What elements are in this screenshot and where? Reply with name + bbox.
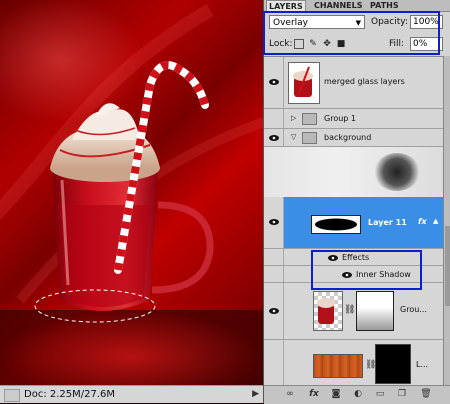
zoom-box[interactable] bbox=[4, 389, 20, 402]
eye-icon[interactable] bbox=[269, 135, 279, 141]
eye-icon[interactable] bbox=[269, 79, 279, 85]
layer-name: L... bbox=[416, 360, 429, 369]
status-menu-arrow-icon[interactable]: ▶ bbox=[252, 386, 259, 403]
layer-thumbnail bbox=[311, 215, 361, 234]
lock-transparency-icon[interactable] bbox=[294, 39, 304, 49]
fill-label: Fill: bbox=[389, 39, 405, 49]
layer-row-layer11[interactable]: Layer 11 fx ▲ bbox=[264, 197, 444, 249]
fill-field[interactable]: 0% bbox=[410, 37, 443, 51]
layer-mask-thumbnail[interactable] bbox=[375, 344, 411, 384]
link-layers-icon[interactable]: ∞ bbox=[284, 389, 296, 400]
trash-icon[interactable]: 🗑 bbox=[420, 389, 432, 400]
layer-thumbnail bbox=[288, 62, 320, 104]
expand-arrow-icon[interactable]: ▷ bbox=[291, 114, 296, 122]
layer-name: background bbox=[324, 133, 372, 142]
effects-label: Effects bbox=[342, 253, 370, 262]
lock-row: Lock: ✎ ✥ ■ Fill: 0% bbox=[264, 33, 450, 55]
eye-icon[interactable] bbox=[328, 255, 338, 261]
status-bar: Doc: 2.25M/27.6M ▶ bbox=[0, 385, 263, 403]
eye-icon[interactable] bbox=[269, 219, 279, 225]
layer-name: Group 1 bbox=[324, 114, 356, 123]
layer-row-group1[interactable]: ▷ Group 1 bbox=[264, 109, 444, 129]
folder-icon bbox=[302, 113, 317, 125]
folder-icon bbox=[302, 132, 317, 144]
layer-mask-thumbnail[interactable] bbox=[356, 291, 394, 331]
layer-row-group[interactable]: ⛓ Grou... bbox=[264, 283, 444, 340]
layer-row-last[interactable]: ⛓ L... bbox=[264, 340, 444, 386]
tab-paths[interactable]: PATHS bbox=[368, 0, 401, 11]
layers-list: merged glass layers ▷ Group 1 ▽ backgrou… bbox=[264, 56, 450, 386]
fx-icon[interactable]: fx bbox=[418, 217, 427, 226]
lock-brush-icon[interactable]: ✎ bbox=[308, 39, 318, 49]
layer-name: merged glass layers bbox=[324, 77, 405, 86]
blurred-rows bbox=[264, 147, 444, 197]
eye-icon[interactable] bbox=[342, 272, 352, 278]
add-mask-icon[interactable]: ◙ bbox=[330, 389, 342, 400]
tab-channels[interactable]: CHANNELS bbox=[312, 0, 364, 11]
lock-all-icon[interactable]: ■ bbox=[336, 39, 346, 49]
lock-label: Lock: bbox=[269, 39, 293, 49]
lock-move-icon[interactable]: ✥ bbox=[322, 39, 332, 49]
layer-thumbnail bbox=[313, 354, 363, 378]
adjustment-layer-icon[interactable]: ◐ bbox=[352, 389, 364, 400]
blend-row: Overlay ▼ Opacity: 100% bbox=[264, 11, 450, 33]
inner-shadow-row[interactable]: Inner Shadow bbox=[264, 266, 444, 283]
eye-icon[interactable] bbox=[269, 308, 279, 314]
chevron-down-icon: ▼ bbox=[355, 19, 361, 27]
expand-effects-arrow-icon[interactable]: ▲ bbox=[433, 217, 438, 225]
add-style-icon[interactable]: fx bbox=[308, 389, 320, 400]
new-layer-icon[interactable]: ❐ bbox=[396, 389, 408, 400]
layer-row-background[interactable]: ▽ background bbox=[264, 129, 444, 147]
blend-mode-select[interactable]: Overlay ▼ bbox=[269, 15, 365, 29]
layers-scrollbar[interactable] bbox=[443, 56, 450, 385]
layer-thumbnail bbox=[313, 291, 343, 331]
document-canvas[interactable]: Doc: 2.25M/27.6M ▶ bbox=[0, 0, 263, 403]
opacity-label: Opacity: bbox=[371, 17, 408, 27]
scroll-thumb[interactable] bbox=[445, 226, 450, 306]
chain-link-icon[interactable]: ⛓ bbox=[344, 305, 355, 315]
new-group-icon[interactable]: ▭ bbox=[374, 389, 386, 400]
doc-size: Doc: 2.25M/27.6M bbox=[24, 389, 116, 400]
layer-name: Grou... bbox=[400, 305, 427, 314]
collapse-arrow-icon[interactable]: ▽ bbox=[291, 133, 296, 141]
layer-row-merged[interactable]: merged glass layers bbox=[264, 57, 444, 109]
layers-bottom-toolbar: ∞ fx ◙ ◐ ▭ ❐ 🗑 bbox=[264, 385, 450, 404]
inner-shadow-label: Inner Shadow bbox=[356, 270, 411, 279]
layer-name: Layer 11 bbox=[368, 218, 407, 227]
blend-mode-value: Overlay bbox=[273, 18, 308, 28]
opacity-field[interactable]: 100% bbox=[410, 15, 443, 29]
artwork bbox=[0, 3, 263, 403]
effects-row[interactable]: Effects bbox=[264, 249, 444, 266]
tab-layers[interactable]: LAYERS bbox=[266, 0, 306, 11]
layers-panel: LAYERS CHANNELS PATHS Overlay ▼ Opacity:… bbox=[263, 0, 450, 404]
